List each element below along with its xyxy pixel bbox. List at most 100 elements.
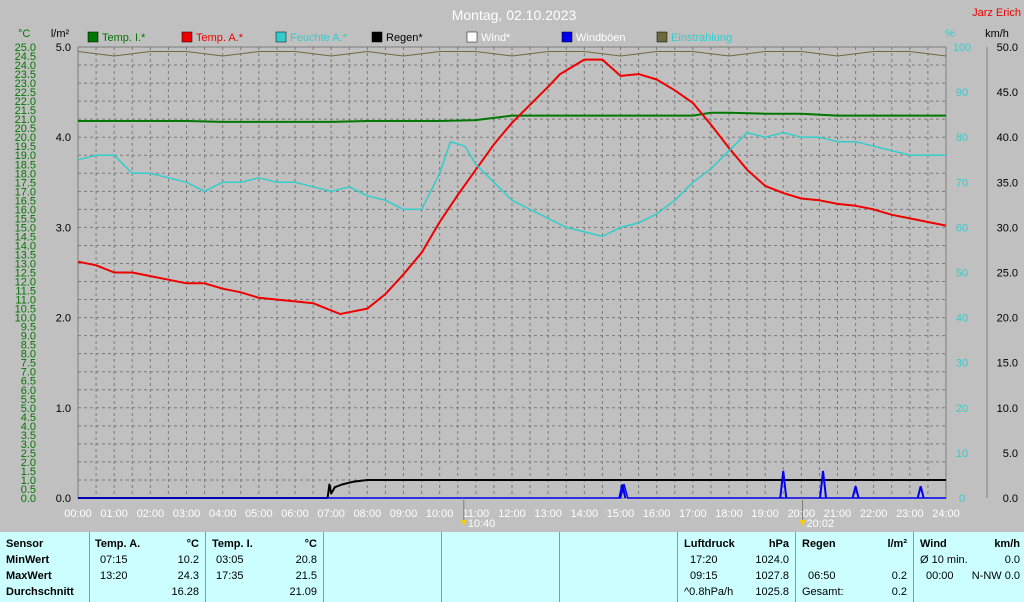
- pressure-min-time: 17:20: [690, 554, 718, 566]
- humidity-tick-label: 70: [956, 177, 968, 189]
- temp-i-max-time: 17:35: [216, 570, 244, 582]
- pressure-max-value: 1027.8: [755, 570, 789, 582]
- temp-a-header: Temp. A.: [95, 538, 141, 550]
- rain-unit-label: l/m²: [51, 28, 70, 40]
- temp-a-unit: °C: [186, 538, 199, 550]
- wind-tick-label: 25.0: [997, 268, 1018, 280]
- x-tick-label: 00:00: [64, 508, 92, 520]
- wind-tick-label: 10.0: [997, 403, 1018, 415]
- x-tick-label: 17:00: [679, 508, 707, 520]
- x-tick-label: 07:00: [317, 508, 345, 520]
- legend-swatch: [371, 31, 383, 43]
- wind-header: Wind: [920, 538, 947, 550]
- humidity-tick-label: 50: [956, 268, 968, 280]
- humidity-tick-label: 40: [956, 313, 968, 325]
- legend-label: Windböen: [576, 32, 626, 44]
- marker-label: 20:02: [807, 518, 835, 530]
- rain-max-time: 06:50: [808, 570, 836, 582]
- stats-col-empty-1: [324, 532, 442, 602]
- stats-col-wind: Wind km/h Ø 10 min. 0.0 00:00 N-NW 0.0: [914, 532, 1024, 602]
- x-tick-label: 18:00: [715, 508, 743, 520]
- x-tick-label: 01:00: [100, 508, 128, 520]
- rain-unit: l/m²: [887, 538, 907, 550]
- temp-a-min-time: 07:15: [100, 554, 128, 566]
- legend-label: Einstrahlung: [671, 32, 732, 44]
- temp-i-header: Temp. I.: [212, 538, 253, 550]
- stats-col-temp-a: Temp. A. °C 07:15 10.2 13:20 24.3 16.28: [90, 532, 206, 602]
- humidity-tick-label: 20: [956, 403, 968, 415]
- temp-a-max-time: 13:20: [100, 570, 128, 582]
- temp-unit-label: °C: [18, 28, 30, 40]
- wind-tick-label: 40.0: [997, 132, 1018, 144]
- x-tick-label: 03:00: [173, 508, 201, 520]
- pressure-trend: ^0.8hPa/h: [684, 586, 734, 598]
- wind-max-time: 00:00: [926, 570, 954, 582]
- humidity-tick-label: 80: [956, 132, 968, 144]
- chart-title: Montag, 02.10.2023: [452, 7, 577, 23]
- rain-tick-label: 5.0: [56, 42, 71, 54]
- wind-tick-label: 35.0: [997, 177, 1018, 189]
- wind-unit-label: km/h: [985, 28, 1009, 40]
- pressure-header: Luftdruck: [684, 538, 735, 550]
- legend-swatch: [561, 31, 573, 43]
- wind-avg-label: Ø 10 min.: [920, 554, 968, 566]
- temp-a-min-value: 10.2: [177, 554, 199, 566]
- humidity-tick-label: 10: [956, 448, 968, 460]
- wind-avg-value: 0.0: [1004, 554, 1020, 566]
- pressure-min-value: 1024.0: [755, 554, 789, 566]
- rain-tick-label: 4.0: [56, 132, 71, 144]
- humidity-tick-label: 0: [959, 493, 965, 505]
- temp-i-avg-value: 21.09: [289, 586, 317, 598]
- humidity-unit-label: %: [945, 28, 955, 40]
- legend-swatch: [466, 31, 478, 43]
- stats-col-rain: Regen l/m² 06:50 0.2 Gesamt: 0.2: [796, 532, 914, 602]
- author-label: Jarz Erich: [972, 7, 1021, 19]
- legend-swatch: [656, 31, 668, 43]
- wind-max-value: N-NW 0.0: [971, 570, 1020, 582]
- x-tick-label: 13:00: [534, 508, 562, 520]
- x-tick-label: 06:00: [281, 508, 309, 520]
- stats-row-min: MinWert: [6, 554, 50, 566]
- wind-tick-label: 5.0: [1003, 448, 1018, 460]
- stats-col-pressure: Luftdruck hPa 17:20 1024.0 09:15 1027.8 …: [678, 532, 796, 602]
- rain-tick-label: 0.0: [56, 493, 71, 505]
- x-tick-label: 04:00: [209, 508, 237, 520]
- humidity-tick-label: 60: [956, 222, 968, 234]
- pressure-unit: hPa: [768, 538, 789, 550]
- x-tick-label: 12:00: [498, 508, 526, 520]
- temp-i-min-value: 20.8: [295, 554, 317, 566]
- stats-row-avg: Durchschnitt: [6, 586, 74, 598]
- x-tick-label: 14:00: [571, 508, 599, 520]
- wind-tick-label: 15.0: [997, 358, 1018, 370]
- rain-tick-label: 3.0: [56, 222, 71, 234]
- rain-total-value: 0.2: [891, 586, 907, 598]
- temp-i-unit: °C: [304, 538, 317, 550]
- rain-max-value: 0.2: [891, 570, 907, 582]
- rain-header: Regen: [802, 538, 836, 550]
- wind-tick-label: 45.0: [997, 87, 1018, 99]
- wind-tick-label: 20.0: [997, 313, 1018, 325]
- x-tick-label: 23:00: [896, 508, 924, 520]
- x-tick-label: 09:00: [390, 508, 418, 520]
- wind-tick-label: 50.0: [997, 42, 1018, 54]
- x-tick-label: 15:00: [607, 508, 635, 520]
- rain-tick-label: 1.0: [56, 403, 71, 415]
- temp-i-max-value: 21.5: [295, 570, 317, 582]
- x-tick-label: 05:00: [245, 508, 273, 520]
- x-tick-label: 24:00: [932, 508, 960, 520]
- wind-tick-label: 30.0: [997, 222, 1018, 234]
- legend-label: Temp. A.*: [196, 32, 244, 44]
- legend-label: Temp. I.*: [102, 32, 146, 44]
- statistics-panel: Sensor MinWert MaxWert Durchschnitt Temp…: [0, 532, 1024, 602]
- temp-i-min-time: 03:05: [216, 554, 244, 566]
- stats-header-sensor: Sensor: [6, 538, 44, 550]
- legend-label: Regen*: [386, 32, 423, 44]
- humidity-tick-label: 100: [953, 42, 971, 54]
- stats-row-max: MaxWert: [6, 570, 52, 582]
- stats-col-empty-3: [560, 532, 678, 602]
- humidity-tick-label: 30: [956, 358, 968, 370]
- stats-col-temp-i: Temp. I. °C 03:05 20.8 17:35 21.5 21.09: [206, 532, 324, 602]
- legend-swatch: [181, 31, 193, 43]
- x-tick-label: 10:00: [426, 508, 454, 520]
- legend-swatch: [87, 31, 99, 43]
